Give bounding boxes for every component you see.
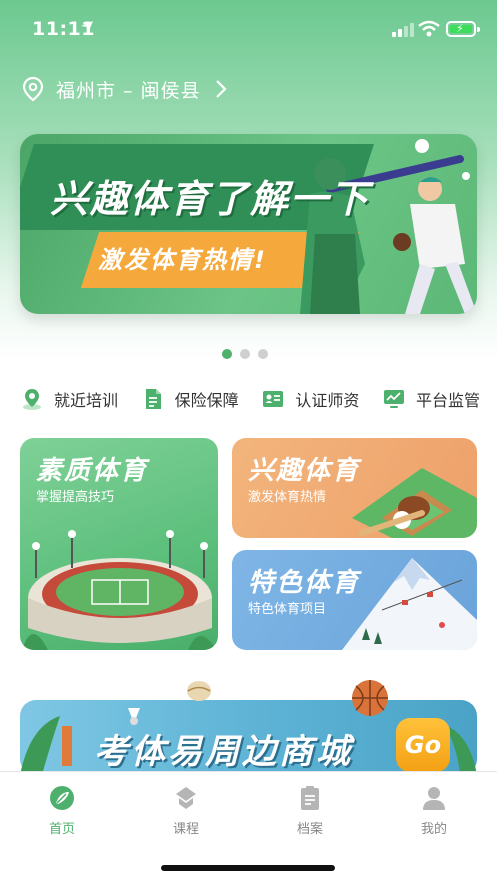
card-title: 兴趣体育 (248, 456, 361, 486)
card-special-sports[interactable]: 特色体育 特色体育项目 (232, 550, 477, 650)
course-icon (176, 787, 196, 809)
carousel-indicator (222, 349, 268, 359)
card-subtitle: 激发体育热情 (248, 490, 327, 505)
mall-go-button[interactable]: Go (396, 718, 450, 772)
quick-nav-platform-supervision[interactable]: 平台监管 (382, 384, 480, 414)
baseball-field-illustration (352, 468, 477, 538)
tab-label: 档案 (296, 822, 323, 837)
mall-title: 考体易周边商城 (94, 732, 353, 772)
home-indicator (161, 865, 335, 871)
shuttlecock-icon (128, 708, 140, 725)
card-subtitle: 掌握提高技巧 (36, 490, 115, 505)
tab-label: 首页 (48, 822, 75, 837)
quick-nav-nearby-training[interactable]: 就近培训 (20, 384, 118, 414)
location-icon (23, 389, 41, 410)
banner-subtitle: 激发体育热情! (98, 246, 267, 274)
carousel-dot[interactable] (222, 349, 232, 359)
tab-course[interactable]: 课程 (146, 784, 226, 837)
tab-label: 我的 (420, 822, 447, 837)
tab-archive[interactable]: 档案 (270, 784, 350, 837)
id-card-icon (263, 391, 284, 407)
signal-icon (392, 23, 414, 37)
leaf-decoration-icon (20, 716, 72, 775)
tab-home[interactable]: 首页 (22, 784, 102, 837)
tab-profile[interactable]: 我的 (394, 784, 474, 837)
carousel-dot[interactable] (258, 349, 268, 359)
quick-nav-label: 保险保障 (174, 391, 239, 410)
baseball-players-illustration (300, 139, 477, 314)
quick-nav: 就近培训 保险保障 认证师资 平台监管 (20, 384, 480, 414)
quick-nav-label: 平台监管 (415, 391, 480, 410)
quick-nav-label: 就近培训 (54, 391, 119, 410)
banner-title: 兴趣体育了解一下 (50, 177, 371, 221)
location-pin-icon (22, 76, 44, 102)
tab-label: 课程 (172, 822, 199, 837)
profile-icon (423, 787, 445, 810)
location-arrow-icon (81, 21, 93, 33)
home-leaf-icon (50, 786, 74, 810)
basketball-icon (352, 680, 388, 716)
battery-icon: ⚡ (446, 21, 480, 37)
archive-icon (301, 786, 319, 810)
ski-mountain-illustration (342, 558, 477, 650)
promo-banner[interactable]: 兴趣体育了解一下 激发体育热情! (20, 134, 477, 314)
stadium-illustration (22, 530, 216, 650)
ball-icon (187, 681, 211, 701)
monitor-icon (383, 390, 404, 408)
location-selector[interactable]: 福州市 – 闽侯县 (22, 74, 227, 104)
carousel-dot[interactable] (240, 349, 250, 359)
wifi-icon (418, 20, 440, 37)
card-subtitle: 特色体育项目 (248, 602, 327, 617)
card-quality-sports[interactable]: 素质体育 掌握提高技巧 (20, 438, 218, 650)
quick-nav-insurance[interactable]: 保险保障 (141, 384, 239, 414)
status-bar: 11:11 ⚡ (0, 0, 497, 60)
quick-nav-certified-teachers[interactable]: 认证师资 (261, 384, 359, 414)
location-text: 福州市 – 闽侯县 (56, 79, 201, 102)
document-icon (145, 389, 161, 409)
quick-nav-label: 认证师资 (295, 391, 360, 410)
mall-banner[interactable]: 考体易周边商城 Go (20, 680, 477, 775)
chevron-right-icon (215, 80, 227, 98)
card-interest-sports[interactable]: 兴趣体育 激发体育热情 (232, 438, 477, 538)
card-title: 素质体育 (36, 456, 149, 486)
